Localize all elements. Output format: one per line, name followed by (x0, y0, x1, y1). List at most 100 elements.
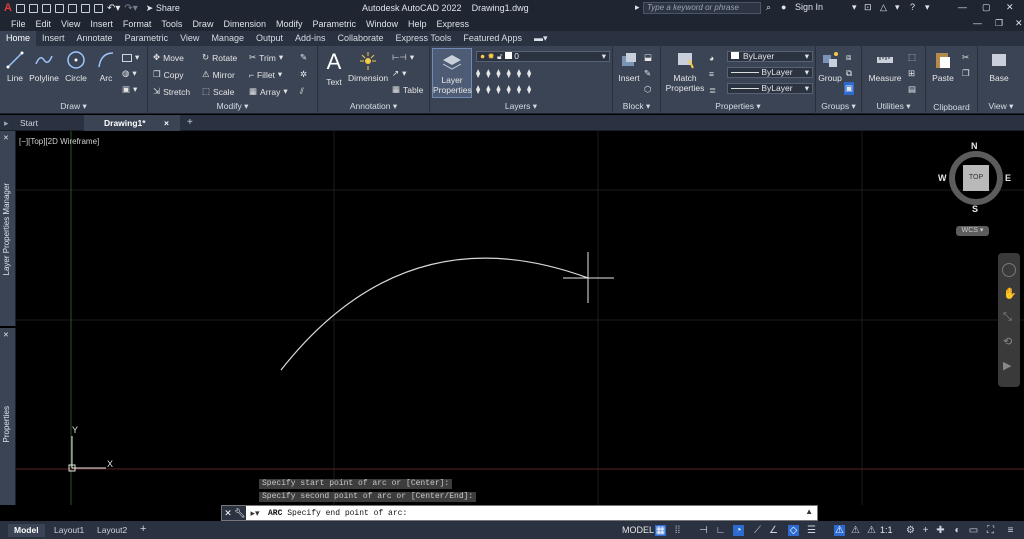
drawing-canvas[interactable]: [−][Top][2D Wireframe] Y X TOP N S E W W… (16, 131, 1024, 505)
tab-model[interactable]: Model (8, 524, 45, 537)
viewcube-top-face[interactable]: TOP (963, 165, 989, 191)
properties-palette[interactable]: ✕ Properties (0, 328, 16, 505)
table-button[interactable]: ▦ Table (392, 84, 423, 95)
doc-close-icon[interactable]: ✕ (1010, 18, 1024, 29)
command-history-toggle-icon[interactable]: ▲ (805, 507, 813, 516)
cut-icon[interactable]: ✂ (962, 52, 969, 63)
array-button[interactable]: ▦ Array ▾ (249, 86, 288, 97)
edit-block-icon[interactable]: ✎ (644, 68, 651, 79)
tab-home[interactable]: Home (0, 31, 37, 46)
calculator-icon[interactable]: ▤ (908, 84, 916, 95)
tab-drawing1[interactable]: Drawing1* × (84, 115, 180, 131)
tab-manage[interactable]: Manage (205, 31, 250, 46)
annotation-monitor-icon[interactable]: + (920, 525, 931, 536)
menu-view[interactable]: View (56, 19, 85, 29)
wcs-menu[interactable]: WCS ▾ (956, 226, 989, 236)
hardware-acceleration-icon[interactable]: ▭ (968, 525, 979, 536)
pan-icon[interactable]: ✋ (1003, 287, 1017, 300)
menu-dimension[interactable]: Dimension (218, 19, 271, 29)
viewcube[interactable]: TOP N S E W (938, 141, 1011, 214)
draw-panel-title[interactable]: Draw ▾ (0, 101, 147, 112)
web-mobile-save-icon[interactable] (80, 3, 90, 13)
autodesk-a360-icon[interactable]: △ (880, 2, 887, 13)
menu-modify[interactable]: Modify (271, 19, 308, 29)
viewport-controls-label[interactable]: [−][Top][2D Wireframe] (19, 137, 99, 146)
leader-button[interactable]: ↗ ▾ (392, 68, 406, 79)
create-block-icon[interactable]: ⬓ (644, 52, 652, 63)
compass-south[interactable]: S (972, 204, 978, 214)
layer-current-icon[interactable]: ⧫ (517, 84, 521, 95)
text-button[interactable]: A Text (324, 50, 344, 88)
block-panel-title[interactable]: Block ▾ (613, 101, 660, 112)
line-button[interactable]: Line (4, 50, 26, 83)
minimize-icon[interactable]: — (958, 2, 967, 12)
ungroup-icon[interactable]: ⧈ (846, 52, 851, 63)
layer-unisolate-icon[interactable]: ⧫ (486, 84, 490, 95)
layer-lock-icon[interactable]: ⧫ (507, 68, 511, 79)
sign-in-button[interactable]: Sign In (795, 2, 823, 12)
id-point-icon[interactable]: ⊞ (908, 68, 915, 79)
tab-annotate[interactable]: Annotate (71, 31, 119, 46)
model-space-button[interactable]: MODEL (622, 525, 654, 535)
insert-block-button[interactable]: Insert (616, 50, 642, 83)
tab-insert[interactable]: Insert (36, 31, 71, 46)
color-wheel-icon[interactable]: ◕ (709, 53, 714, 63)
lineweight-icon[interactable]: ≣ (709, 85, 716, 96)
lineweight-display-icon[interactable]: ☰ (806, 525, 817, 536)
circle-button[interactable]: Circle (64, 50, 88, 83)
groups-panel-title[interactable]: Groups ▾ (816, 101, 861, 112)
match-properties-button[interactable]: Match Properties (665, 50, 705, 93)
save-as-icon[interactable] (54, 3, 64, 13)
group-button[interactable]: Group (818, 50, 842, 83)
compass-north[interactable]: N (971, 141, 978, 151)
layer-previous-icon[interactable]: ⧫ (527, 68, 531, 79)
layer-freeze-icon[interactable]: ⧫ (496, 68, 500, 79)
info-center-arrow-icon[interactable]: ▸ (635, 2, 640, 13)
sign-in-dropdown-icon[interactable]: ▾ (852, 2, 857, 13)
units-icon[interactable]: ✚ (935, 525, 946, 536)
close-window-icon[interactable]: ✕ (1006, 2, 1014, 13)
arc-button[interactable]: Arc (94, 50, 118, 83)
lineweight-dropdown[interactable]: ByLayer ▾ (727, 83, 813, 94)
layer-properties-button[interactable]: Layer Properties (432, 48, 472, 98)
tab-featured-apps[interactable]: Featured Apps (457, 31, 528, 46)
menu-help[interactable]: Help (403, 19, 432, 29)
autocad-logo[interactable]: A (4, 2, 12, 14)
tab-add-ins[interactable]: Add-ins (289, 31, 332, 46)
search-input[interactable]: Type a keyword or phrase (643, 2, 761, 14)
undo-icon[interactable]: ↶▾ (107, 3, 120, 14)
clean-screen-icon[interactable]: ⛶ (985, 525, 996, 536)
properties-panel-title[interactable]: Properties ▾ (661, 101, 815, 112)
object-snap-icon[interactable]: ◇ (788, 525, 799, 536)
steering-wheel-icon[interactable] (1002, 263, 1016, 277)
block-attribute-icon[interactable]: ⬡ (644, 84, 651, 95)
modify-panel-title[interactable]: Modify ▾ (148, 101, 317, 112)
paste-button[interactable]: Paste (930, 50, 956, 83)
search-icon[interactable]: ⌕ (766, 2, 771, 13)
offset-button[interactable]: ⫽ (300, 86, 304, 97)
isodraft-icon[interactable]: ⟋ (752, 525, 763, 536)
fillet-button[interactable]: ⌐ Fillet ▾ (249, 69, 282, 80)
tab-parametric[interactable]: Parametric (119, 31, 175, 46)
menu-edit[interactable]: Edit (31, 19, 57, 29)
move-button[interactable]: ✥ Move (153, 52, 184, 63)
infer-constraints-icon[interactable]: ⊣ (698, 525, 709, 536)
annotation-visibility-icon[interactable]: ⚠ (834, 525, 845, 536)
new-tab-icon[interactable]: + (187, 117, 193, 128)
linear-dimension-button[interactable]: ⊢⊣ ▾ (392, 52, 414, 63)
layers-panel-title[interactable]: Layers ▾ (430, 101, 612, 112)
menu-tools[interactable]: Tools (156, 19, 187, 29)
rotate-button[interactable]: ↻ Rotate (202, 52, 237, 63)
dropdown-arrow-icon[interactable]: ▾ (895, 2, 900, 13)
tab-view[interactable]: View (174, 31, 205, 46)
annotation-scale-value[interactable]: 1:1 (880, 525, 893, 535)
doc-restore-icon[interactable]: ❐ (990, 18, 1008, 29)
base-view-button[interactable]: Base (984, 50, 1014, 83)
copy-button[interactable]: ❐ Copy (153, 69, 183, 80)
group-selection-icon[interactable]: ▣ (844, 82, 855, 95)
polar-tracking-icon[interactable]: ◔ (733, 525, 744, 536)
auto-scale-icon[interactable]: ⚠ (850, 525, 861, 536)
cart-icon[interactable]: ⊡ (864, 2, 872, 13)
stretch-button[interactable]: ⇲ Stretch (153, 86, 190, 97)
orbit-icon[interactable]: ⟲ (1003, 335, 1012, 348)
